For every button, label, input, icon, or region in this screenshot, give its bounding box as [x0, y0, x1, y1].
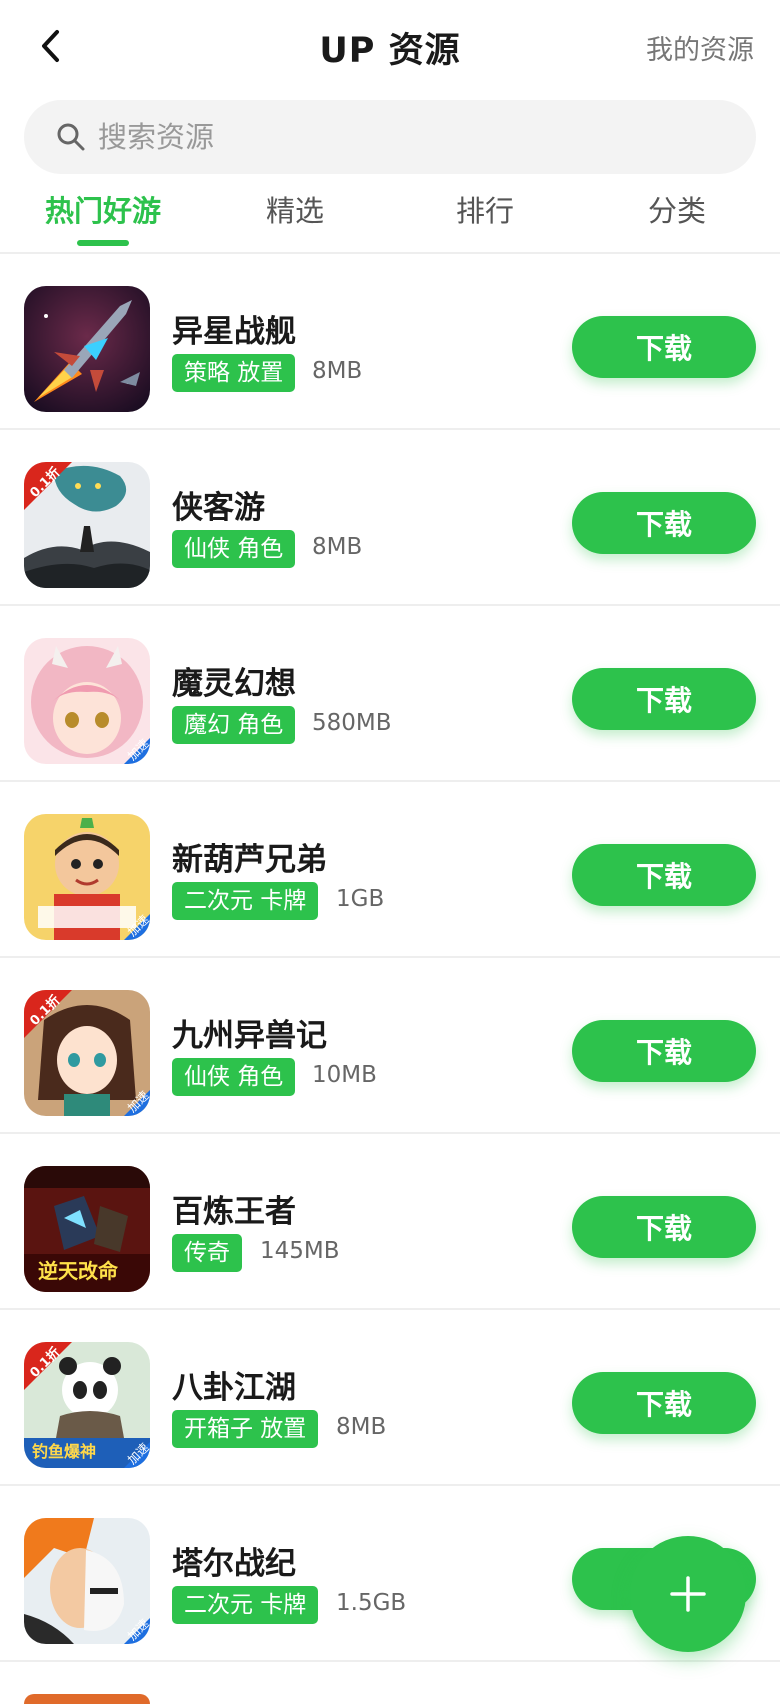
- game-size: 8MB: [336, 1414, 387, 1440]
- active-tab-indicator: [77, 240, 129, 246]
- next-game-icon[interactable]: [24, 1694, 150, 1704]
- game-list-item[interactable]: 异星战舰 策略 放置 8MB 下载: [0, 254, 780, 430]
- game-list-item[interactable]: [0, 1662, 780, 1704]
- anime-girl-game-icon[interactable]: 加速: [24, 638, 150, 764]
- download-button[interactable]: 下载: [572, 668, 756, 730]
- game-name[interactable]: 塔尔战纪: [172, 1538, 296, 1583]
- download-button[interactable]: 下载: [572, 844, 756, 906]
- download-button[interactable]: 下载: [572, 316, 756, 378]
- download-button[interactable]: 下载: [572, 1372, 756, 1434]
- panda-game-icon[interactable]: 0.1折 钓鱼爆神 加速: [24, 1342, 150, 1468]
- game-name[interactable]: 八卦江湖: [172, 1362, 296, 1407]
- game-tag: 魔幻 角色: [172, 706, 296, 744]
- my-resources-link[interactable]: 我的资源: [646, 28, 754, 67]
- search-bar[interactable]: [24, 100, 756, 174]
- spaceship-game-icon[interactable]: [24, 286, 150, 412]
- download-button[interactable]: 下载: [572, 1196, 756, 1258]
- game-size: 8MB: [312, 534, 363, 560]
- game-banner-text: 逆天改命: [38, 1259, 118, 1283]
- game-banner-text: 钓鱼爆神: [32, 1442, 97, 1461]
- anime-heroine-game-icon[interactable]: 0.1折 加速: [24, 990, 150, 1116]
- game-tag: 仙侠 角色: [172, 1058, 296, 1096]
- download-button[interactable]: 下载: [572, 492, 756, 554]
- game-name[interactable]: 魔灵幻想: [172, 658, 296, 703]
- game-size: 145MB: [260, 1238, 340, 1264]
- game-list-item[interactable]: 0.1折 侠客游 仙侠 角色 8MB 下载: [0, 430, 780, 606]
- search-input[interactable]: [96, 119, 700, 155]
- game-tag: 仙侠 角色: [172, 530, 296, 568]
- game-list: 异星战舰 策略 放置 8MB 下载 0.1折 侠客游 仙侠 角色 8MB 下载: [0, 254, 780, 1704]
- game-tag: 策略 放置: [172, 354, 296, 392]
- game-size: 580MB: [312, 710, 392, 736]
- game-name[interactable]: 异星战舰: [172, 306, 296, 351]
- game-tag: 开箱子 放置: [172, 1410, 319, 1448]
- game-size: 1.5GB: [336, 1590, 407, 1616]
- tab-label: 精选: [265, 194, 324, 228]
- masked-warrior-game-icon[interactable]: 加速: [24, 1518, 150, 1644]
- plus-icon: [670, 1576, 706, 1612]
- game-list-item[interactable]: 0.1折 钓鱼爆神 加速 八卦江湖 开箱子 放置 8MB 下载: [0, 1310, 780, 1486]
- game-list-item[interactable]: 逆天改命 百炼王者 传奇 145MB 下载: [0, 1134, 780, 1310]
- tab-hot-games[interactable]: 热门好游: [8, 186, 198, 248]
- tab-category[interactable]: 分类: [582, 186, 772, 248]
- game-name[interactable]: 百炼王者: [172, 1186, 296, 1231]
- game-tag: 二次元 卡牌: [172, 882, 319, 920]
- game-size: 10MB: [312, 1062, 377, 1088]
- dragon-swordsman-game-icon[interactable]: 0.1折: [24, 462, 150, 588]
- legend-warrior-game-icon[interactable]: 逆天改命: [24, 1166, 150, 1292]
- tab-label: 排行: [455, 194, 514, 228]
- game-name[interactable]: 九州异兽记: [172, 1010, 327, 1055]
- game-tag: 传奇: [172, 1234, 242, 1272]
- game-name[interactable]: 新葫芦兄弟: [172, 834, 327, 879]
- add-button[interactable]: [630, 1536, 746, 1652]
- game-list-item[interactable]: 加速 新葫芦兄弟 二次元 卡牌 1GB 下载: [0, 782, 780, 958]
- game-size: 1GB: [336, 886, 385, 912]
- tab-label: 热门好游: [44, 194, 161, 228]
- game-size: 8MB: [312, 358, 363, 384]
- tab-bar: 热门好游 精选 排行 分类: [0, 186, 780, 254]
- download-button[interactable]: 下载: [572, 1020, 756, 1082]
- game-name[interactable]: 侠客游: [172, 482, 265, 527]
- game-list-item[interactable]: 加速 魔灵幻想 魔幻 角色 580MB 下载: [0, 606, 780, 782]
- game-tag: 二次元 卡牌: [172, 1586, 319, 1624]
- tab-featured[interactable]: 精选: [200, 186, 390, 248]
- tab-ranking[interactable]: 排行: [390, 186, 580, 248]
- tab-label: 分类: [647, 194, 706, 228]
- game-list-item[interactable]: 0.1折 加速 九州异兽记 仙侠 角色 10MB 下载: [0, 958, 780, 1134]
- top-bar: UP 资源 我的资源: [0, 0, 780, 92]
- calabash-brother-game-icon[interactable]: 加速: [24, 814, 150, 940]
- search-icon: [56, 122, 86, 152]
